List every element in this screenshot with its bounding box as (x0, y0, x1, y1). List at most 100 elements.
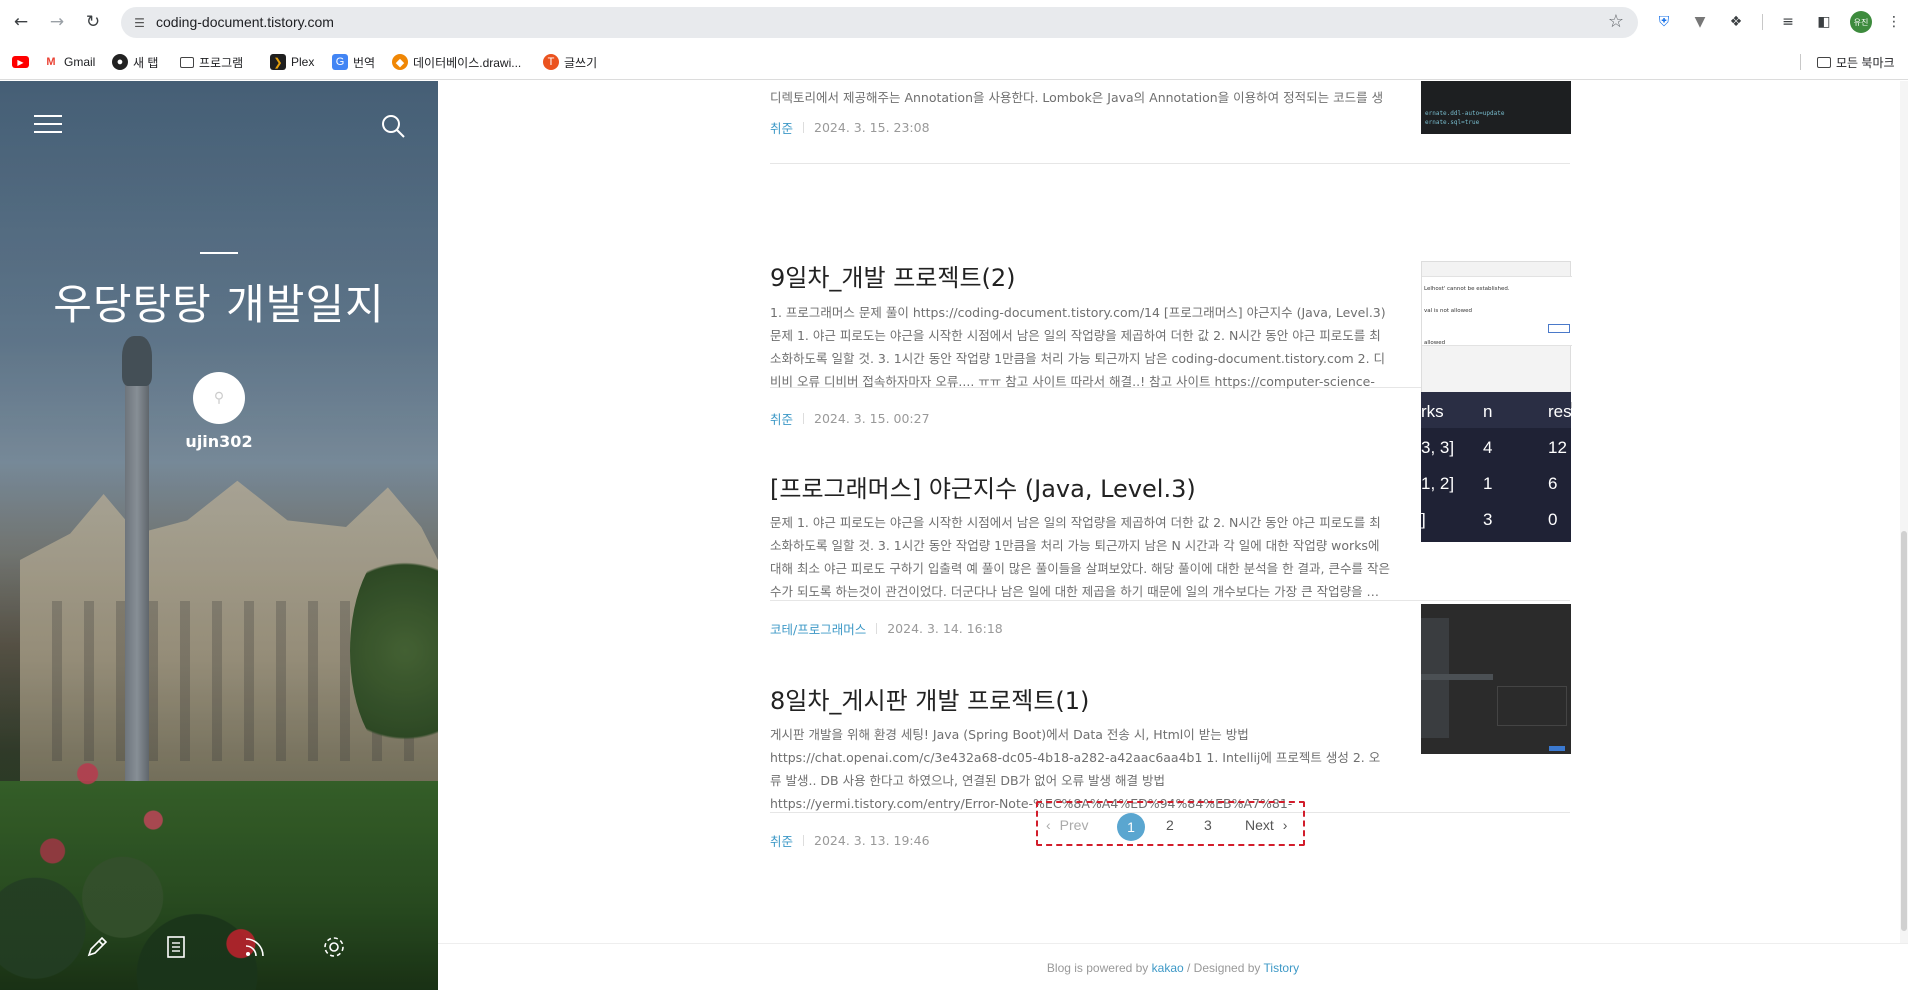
post-excerpt[interactable]: 디렉토리에서 제공해주는 Annotation을 사용한다. Lombok은 J… (770, 86, 1390, 106)
pagination-page-2[interactable]: 2 (1166, 813, 1174, 837)
bookmark-youtube[interactable]: ▶ (12, 53, 29, 71)
table-header-cell: res (1548, 402, 1572, 421)
bookmark-folder-program[interactable]: 프로그램 (180, 53, 243, 71)
hamburger-menu-icon[interactable] (34, 113, 62, 135)
site-settings-icon[interactable]: ☰ (131, 14, 148, 31)
toolbar-divider (1762, 14, 1763, 30)
rss-icon[interactable] (235, 927, 275, 967)
search-icon[interactable] (380, 113, 406, 139)
post-date: 2024. 3. 13. 19:46 (814, 833, 930, 848)
scrollbar-thumb[interactable] (1901, 531, 1907, 931)
bookmark-translate[interactable]: G 번역 (332, 53, 375, 71)
address-bar[interactable]: ☰ coding-document.tistory.com ☆ (121, 7, 1638, 38)
extensions-puzzle-icon[interactable]: ❖ (1726, 12, 1746, 32)
page-scrollbar[interactable] (1900, 81, 1908, 990)
reading-list-icon[interactable]: ≡ (1778, 12, 1798, 32)
post-thumbnail[interactable] (1421, 604, 1571, 754)
table-cell: 3 (1483, 510, 1493, 529)
bookmark-star-icon[interactable]: ☆ (1608, 11, 1624, 32)
page-footer: Blog is powered by kakao / Designed by T… (438, 943, 1908, 990)
table-cell: 6 (1548, 474, 1558, 493)
bookmark-drawio[interactable]: ◆ 데이터베이스.drawi... (392, 53, 521, 71)
post-excerpt[interactable]: 1. 프로그래머스 문제 풀이 https://coding-document.… (770, 301, 1390, 393)
post-date: 2024. 3. 15. 23:08 (814, 120, 930, 135)
folder-icon (1817, 56, 1831, 68)
blog-title[interactable]: 우당탕탕 개발일지 (0, 271, 438, 332)
kakao-link[interactable]: kakao (1152, 961, 1184, 975)
tistory-link[interactable]: Tistory (1264, 961, 1300, 975)
title-divider (200, 252, 238, 254)
footer-prefix: Blog is powered by (1046, 961, 1149, 975)
pencil-icon[interactable] (77, 927, 117, 967)
side-panel-icon[interactable]: ◧ (1814, 12, 1834, 32)
post-meta: 취준 2024. 3. 13. 19:46 (770, 831, 930, 850)
bookmark-write[interactable]: T 글쓰기 (543, 53, 597, 71)
table-cell: 4 (1483, 438, 1493, 457)
kebab-menu-icon[interactable]: ⋮ (1884, 12, 1904, 32)
pagination-prev-label: Prev (1059, 817, 1089, 833)
post-title[interactable]: 8일차_게시판 개발 프로젝트(1) (770, 681, 1089, 716)
post-category[interactable]: 취준 (770, 118, 793, 137)
table-cell: 3, 3] (1421, 438, 1455, 457)
table-cell: 12 (1548, 438, 1567, 457)
sidebar-overlay (0, 81, 438, 990)
vue-devtools-icon[interactable]: ▼ (1690, 12, 1710, 32)
dialog-ok-button (1548, 324, 1570, 333)
back-arrow-icon[interactable]: ← (10, 11, 32, 33)
forward-arrow-icon[interactable]: → (46, 11, 68, 33)
pagination-page-3[interactable]: 3 (1204, 813, 1212, 837)
meta-divider (803, 835, 805, 846)
bookmark-label: 번역 (353, 55, 376, 70)
bookmark-new-tab[interactable]: ● 새 탭 (112, 53, 158, 71)
url-text[interactable]: coding-document.tistory.com (156, 14, 334, 30)
bookmarks-bar: ▶ M Gmail ● 새 탭 프로그램 ❯ Plex G 번역 ◆ 데이터베이… (0, 44, 1908, 80)
post-thumbnail[interactable]: ernate.ddl-auto=update ernate.sql=true (1421, 81, 1571, 134)
bookmark-label: 프로그램 (199, 55, 244, 70)
plex-icon: ❯ (270, 54, 286, 70)
username[interactable]: ujin302 (0, 432, 438, 451)
bookmark-gmail[interactable]: M Gmail (43, 53, 95, 71)
gmail-icon: M (46, 56, 56, 68)
chevron-left-icon: ‹ (1046, 817, 1051, 833)
post-title[interactable]: 9일차_개발 프로젝트(2) (770, 258, 1016, 293)
thumb-error-line: Lelhost' cannot be established. (1424, 286, 1510, 292)
post-category[interactable]: 취준 (770, 831, 793, 850)
post-excerpt[interactable]: 문제 1. 야근 피로도는 야근을 시작한 시점에서 남은 일의 작업량을 제곱… (770, 511, 1390, 603)
pagination-page-1[interactable]: 1 (1117, 813, 1145, 841)
post-title[interactable]: [프로그래머스] 야근지수 (Java, Level.3) (770, 469, 1196, 504)
reload-icon[interactable]: ↻ (82, 11, 104, 33)
folder-icon (180, 56, 194, 68)
table-cell: ] (1421, 510, 1426, 529)
browser-toolbar: ← → ↻ ☰ coding-document.tistory.com ☆ ⛨ … (0, 0, 1908, 44)
bookmark-all-folder[interactable]: 모든 북마크 (1817, 53, 1895, 71)
bookmark-label: 새 탭 (133, 55, 159, 70)
chevron-right-icon: › (1282, 817, 1288, 833)
bitwarden-shield-icon[interactable]: ⛨ (1654, 12, 1674, 32)
bookmark-label: 글쓰기 (564, 55, 598, 70)
pagination-next-label: Next (1245, 817, 1274, 833)
thumb-error-line: val is not allowed (1424, 308, 1472, 314)
bookmark-label: 모든 북마크 (1836, 55, 1895, 70)
list-item[interactable]: 디렉토리에서 제공해주는 Annotation을 사용한다. Lombok은 J… (770, 81, 1571, 164)
post-meta: 취준 2024. 3. 15. 23:08 (770, 118, 930, 137)
ide-list-box (1497, 686, 1567, 726)
translate-icon: G (332, 54, 348, 70)
youtube-icon: ▶ (12, 56, 29, 68)
drawio-icon: ◆ (392, 54, 408, 70)
pagination-prev[interactable]: ‹ Prev (1046, 813, 1088, 837)
gear-icon[interactable] (314, 927, 354, 967)
thumb-error-line: allowed (1424, 340, 1446, 346)
footer-credit: Blog is powered by kakao / Designed by T… (438, 961, 1908, 975)
pagination-next[interactable]: Next › (1245, 813, 1287, 837)
meta-divider (803, 122, 805, 133)
table-header-cell: n (1483, 402, 1493, 421)
table-cell: 1 (1483, 474, 1493, 493)
guestbook-icon[interactable] (156, 927, 196, 967)
table-cell: 0 (1548, 510, 1558, 529)
bookmark-plex[interactable]: ❯ Plex (270, 53, 314, 71)
ide-create-button (1549, 746, 1565, 751)
profile-avatar[interactable]: 유진 (1850, 11, 1872, 33)
post-thumbnail[interactable]: rks n res 3, 3] 4 12 1, 2] 1 6 ] 3 0 (1421, 392, 1572, 542)
avatar[interactable]: ⚲ (193, 372, 245, 424)
footer-middle: / Designed by (1187, 961, 1261, 975)
